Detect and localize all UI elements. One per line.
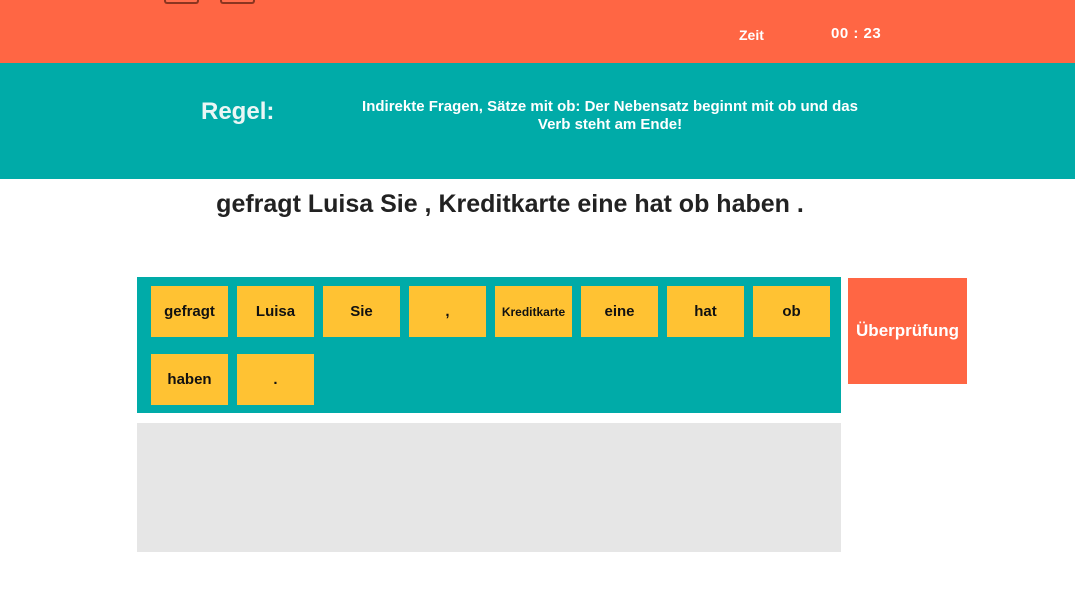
timer-value: 00 : 23	[831, 25, 882, 42]
menu-icon[interactable]	[164, 0, 199, 4]
word-tile[interactable]: Sie	[323, 286, 400, 337]
rule-text: Indirekte Fragen, Sätze mit ob: Der Nebe…	[362, 98, 858, 133]
word-tile[interactable]: hat	[667, 286, 744, 337]
answer-drop-area[interactable]	[137, 423, 841, 552]
word-tile-pool: gefragt Luisa Sie , Kreditkarte eine hat…	[137, 277, 841, 413]
word-tile[interactable]: .	[237, 354, 314, 405]
sound-icon[interactable]	[220, 0, 255, 4]
word-tile[interactable]: Kreditkarte	[495, 286, 572, 337]
word-tile[interactable]: gefragt	[151, 286, 228, 337]
timer-label: Zeit	[739, 27, 764, 43]
check-button[interactable]: Überprüfung	[848, 278, 967, 384]
word-tile[interactable]: ,	[409, 286, 486, 337]
word-tile[interactable]: Luisa	[237, 286, 314, 337]
rule-bar: Regel: Indirekte Fragen, Sätze mit ob: D…	[0, 63, 1075, 179]
word-tile[interactable]: haben	[151, 354, 228, 405]
word-tile[interactable]: eine	[581, 286, 658, 337]
scrambled-sentence: gefragt Luisa Sie , Kreditkarte eine hat…	[216, 190, 804, 218]
rule-title: Regel:	[201, 98, 275, 125]
top-bar: Zeit 00 : 23	[0, 0, 1075, 63]
word-tile[interactable]: ob	[753, 286, 830, 337]
